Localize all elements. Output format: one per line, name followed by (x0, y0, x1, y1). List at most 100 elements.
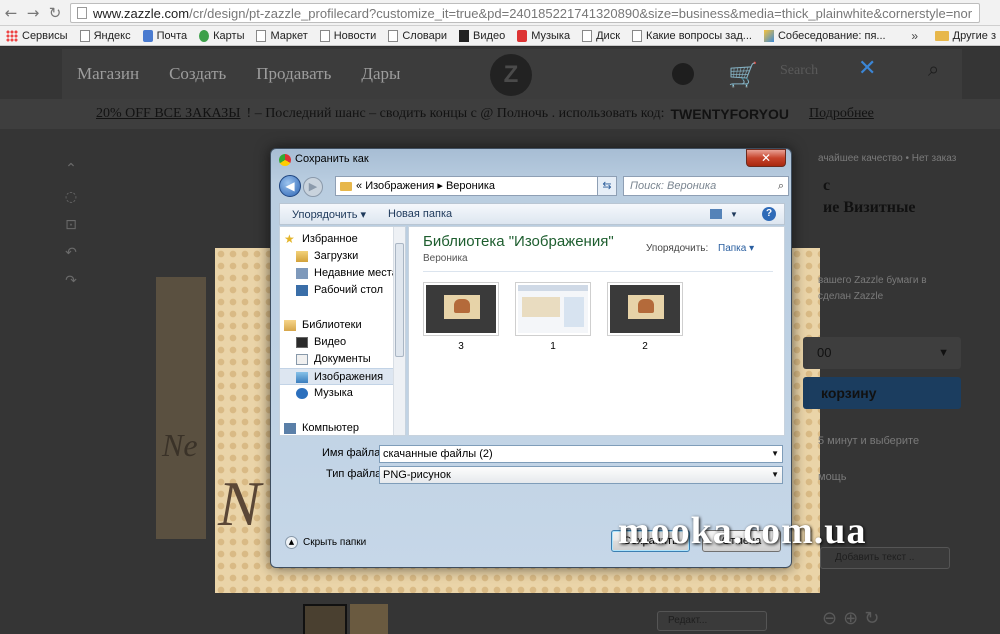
chevron-down-icon[interactable]: ▼ (771, 446, 779, 462)
navigation-pane: ★ Избранное Загрузки Недавние места Рабоч… (279, 226, 406, 436)
profile-icon[interactable] (672, 63, 694, 85)
new-folder-button[interactable]: Новая папка (388, 208, 452, 220)
nav-documents[interactable]: Документы (280, 351, 395, 368)
nav-favorites[interactable]: ★ Избранное (280, 231, 395, 248)
video-library-icon (296, 336, 308, 348)
breadcrumb-pictures[interactable]: Изображения (365, 180, 434, 192)
nav-recent-places[interactable]: Недавние места (280, 265, 398, 282)
front-side-thumbnail[interactable] (303, 604, 347, 634)
bookmark-interview[interactable]: Собеседование: пя... (758, 26, 892, 45)
forward-icon[interactable]: → (22, 2, 44, 24)
video-icon (459, 29, 470, 42)
bookmark-market[interactable]: Маркет (250, 26, 313, 45)
dialog-title: Сохранить как (295, 153, 369, 165)
dialog-titlebar[interactable]: Сохранить как ✕ (271, 149, 791, 171)
libraries-icon (284, 319, 296, 331)
bookmark-music[interactable]: Музыка (511, 26, 576, 45)
filename-input[interactable]: скачанные файлы (2) ▼ (379, 445, 783, 463)
site-header: Магазин Создать Продавать Дары Z 🛒 Searc… (62, 49, 962, 99)
search-icon: ⌕ (777, 179, 784, 192)
help-link[interactable]: мощь (818, 471, 846, 483)
organize-button[interactable]: Упорядочить ▾ (292, 208, 366, 221)
bookmark-services[interactable]: Сервисы (0, 26, 74, 45)
bookmark-disk[interactable]: Диск (576, 26, 626, 45)
nav-music[interactable]: Музыка (280, 385, 395, 402)
quantity-select[interactable]: 00 ▼ (803, 337, 961, 369)
site-search-input[interactable]: Search (780, 63, 818, 79)
nav-computer[interactable]: Компьютер (280, 420, 395, 435)
file-thumbnail[interactable] (515, 282, 591, 336)
filetype-select[interactable]: PNG-рисунок ▼ (379, 466, 783, 484)
nav-scrollbar[interactable] (393, 227, 405, 435)
zoom-in-icon[interactable]: ⊕ (843, 608, 864, 629)
computer-icon (284, 422, 296, 434)
nav-desktop[interactable]: Рабочий стол (280, 282, 395, 299)
folder-path-bar[interactable]: « Изображения ▸ Вероника ▼ (335, 176, 617, 196)
page-icon (388, 29, 399, 42)
nav-gifts[interactable]: Дары (346, 64, 415, 84)
file-thumbnail[interactable] (423, 282, 499, 336)
file-name[interactable]: 3 (423, 341, 499, 352)
close-icon[interactable]: ✕ (858, 55, 876, 81)
other-bookmarks[interactable]: Другие з (934, 30, 1000, 42)
bookmark-video[interactable]: Видео (453, 26, 511, 45)
chevron-down-icon[interactable]: ▼ (730, 210, 738, 219)
promo-discount-link[interactable]: 20% OFF ВСЕ ЗАКАЗЫ (96, 106, 241, 122)
nav-downloads[interactable]: Загрузки (280, 248, 395, 265)
promo-more-link[interactable]: Подробнее (809, 106, 874, 122)
promo-text: ! – Последний шанс – сводить концы с @ П… (246, 106, 665, 121)
folder-icon (934, 30, 949, 41)
rotate-icon[interactable]: ↻ (864, 608, 885, 629)
nav-shop[interactable]: Магазин (62, 64, 154, 84)
cart-icon[interactable]: 🛒 (728, 61, 758, 89)
watermark: mooka.com.ua (618, 510, 867, 552)
help-icon[interactable]: ? (762, 207, 776, 221)
nav-scrollbar-thumb[interactable] (395, 243, 404, 357)
address-bar[interactable]: www.zazzle.com/cr/design/pt-zazzle_profi… (70, 3, 980, 23)
zoom-out-icon[interactable]: ⊖ (822, 608, 843, 629)
nav-video[interactable]: Видео (280, 334, 395, 351)
comment-icon[interactable]: ◌ (62, 183, 80, 211)
bookmark-yandex[interactable]: Яндекс (74, 26, 137, 45)
dialog-search-input[interactable]: Поиск: Вероника ⌕ (623, 176, 789, 196)
undo-icon[interactable]: ↶ (62, 239, 80, 267)
back-icon[interactable]: ← (0, 2, 22, 24)
file-thumbnail[interactable] (607, 282, 683, 336)
close-button[interactable]: ✕ (746, 149, 786, 167)
hide-folders-toggle[interactable]: ▲ Скрыть папки (285, 536, 366, 549)
collapse-icon[interactable]: ⌃ (62, 155, 80, 183)
reload-icon[interactable]: ↻ (44, 2, 66, 24)
redo-icon[interactable]: ↷ (62, 267, 80, 295)
crop-icon[interactable]: ⊡ (62, 211, 80, 239)
bookmark-questions[interactable]: Какие вопросы зад... (626, 26, 758, 45)
file-name[interactable]: 2 (607, 341, 683, 352)
chevron-up-icon: ▲ (285, 536, 298, 549)
forward-icon[interactable]: ▶ (303, 177, 323, 197)
edit-select[interactable]: Редакт... (657, 611, 767, 631)
add-to-cart-button[interactable]: корзину (803, 377, 961, 409)
arrange-by-select[interactable]: Папка ▾ (718, 243, 754, 254)
view-options-icon[interactable] (710, 209, 722, 219)
nav-create[interactable]: Создать (154, 64, 241, 84)
pictures-library-icon (296, 371, 308, 383)
file-name[interactable]: 1 (515, 341, 591, 352)
bookmark-dictionaries[interactable]: Словари (382, 26, 453, 45)
bookmarks-overflow-button[interactable]: » (911, 29, 918, 43)
bookmarks-bar: Сервисы Яндекс Почта Карты Маркет Новост… (0, 26, 1000, 46)
bookmark-maps[interactable]: Карты (193, 26, 250, 45)
site-icon (763, 29, 774, 42)
chevron-down-icon: ▼ (771, 470, 779, 479)
breadcrumb-veronika[interactable]: Вероника (446, 180, 495, 192)
nav-sell[interactable]: Продавать (241, 64, 346, 84)
refresh-icon[interactable]: ⇆ (597, 176, 617, 196)
image-preview (610, 285, 680, 333)
back-icon[interactable]: ◀ (279, 175, 301, 197)
product-desc-line1: вашего Zazzle бумаги в (818, 275, 927, 286)
back-side-thumbnail[interactable] (350, 604, 388, 634)
nav-libraries[interactable]: Библиотеки (280, 317, 395, 334)
zazzle-logo[interactable]: Z (490, 54, 532, 96)
nav-pictures[interactable]: Изображения (280, 368, 395, 385)
bookmark-news[interactable]: Новости (314, 26, 383, 45)
search-icon[interactable]: ⌕ (928, 57, 939, 81)
bookmark-mail[interactable]: Почта (137, 26, 194, 45)
